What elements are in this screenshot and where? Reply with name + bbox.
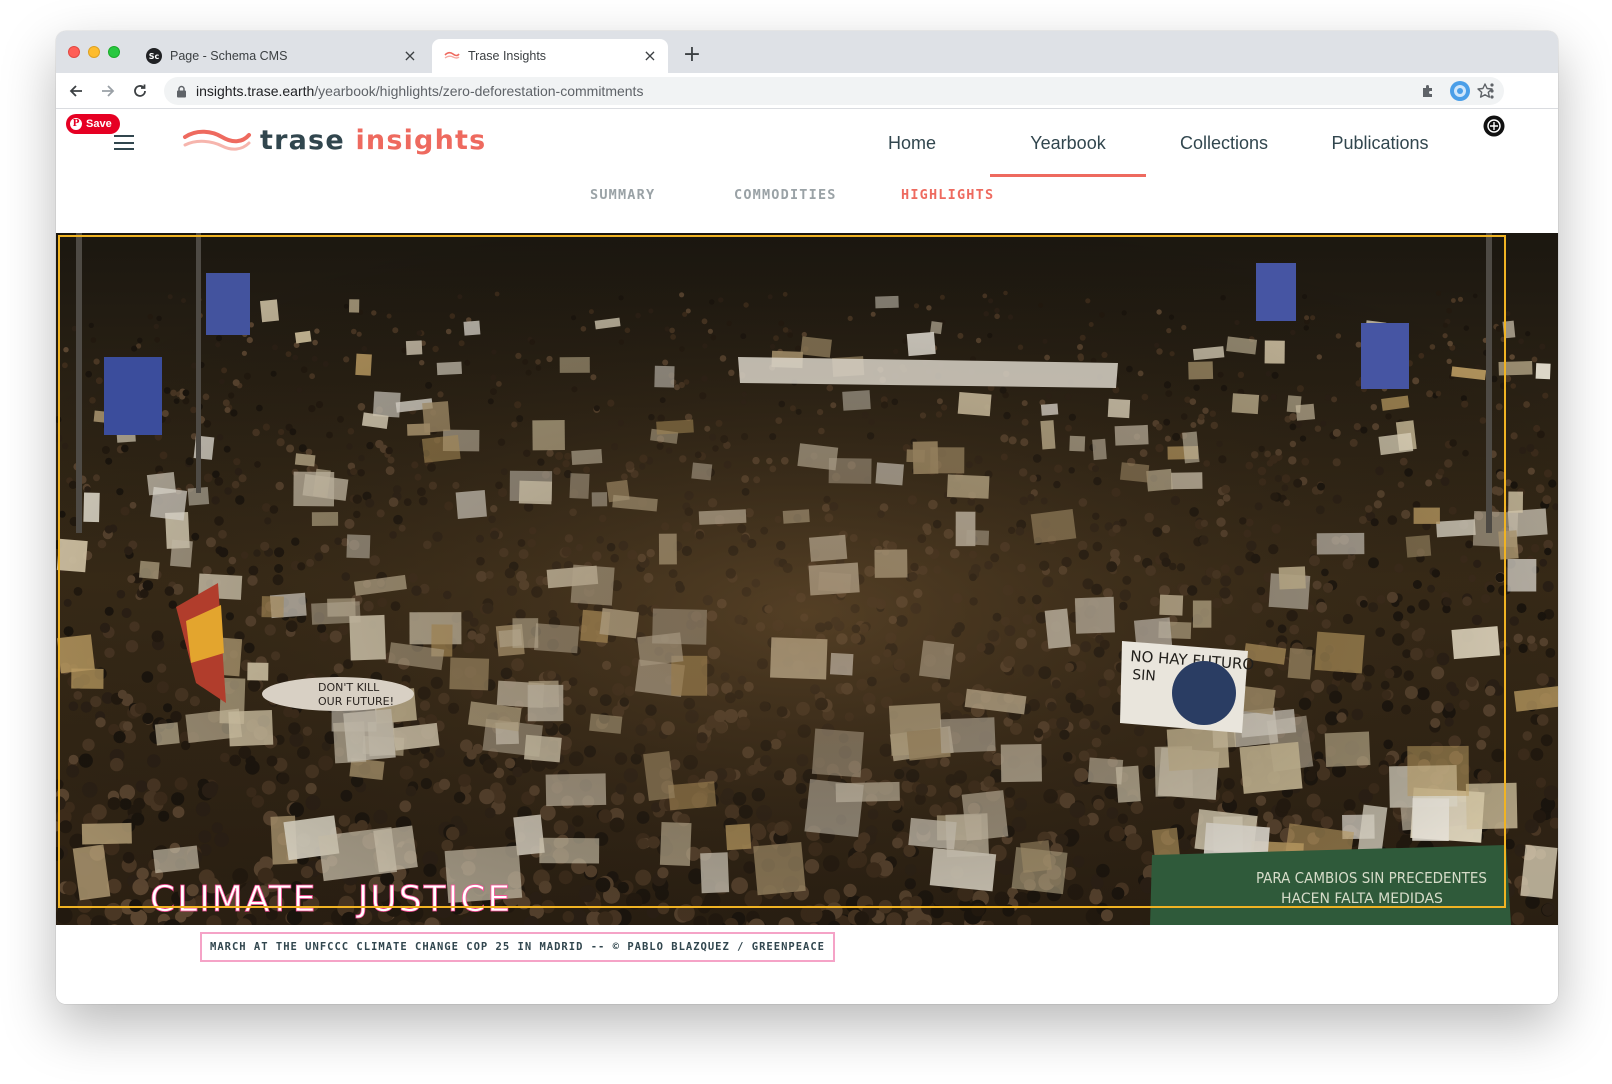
minimize-window-button[interactable] (88, 46, 100, 58)
pinterest-icon: P (70, 118, 82, 130)
street-banner (1256, 263, 1296, 321)
subnav-summary[interactable]: SUMMARY (590, 187, 655, 203)
profile-avatar[interactable] (1448, 79, 1472, 103)
forward-arrow-icon[interactable] (96, 79, 120, 103)
schema-cms-favicon-icon: Sc (146, 48, 162, 64)
page-content: P Save trase insights Home Yearbook Coll… (56, 109, 1558, 1004)
reload-icon[interactable] (128, 79, 152, 103)
nav-publications[interactable]: Publications (1302, 109, 1458, 177)
close-window-button[interactable] (68, 46, 80, 58)
street-banner (1361, 323, 1409, 389)
tab-trase-insights[interactable]: Trase Insights × (432, 39, 668, 73)
tab-strip: Sc Page - Schema CMS × Trase Insights × … (56, 31, 1558, 73)
hero-photo: PARA CAMBIOS SIN PRECEDENTES HACEN FALTA… (56, 233, 1558, 925)
trase-favicon-icon (444, 48, 460, 64)
lamp-post (196, 233, 201, 493)
climate-justice-neon-text: CLIMATE JUSTICE (150, 879, 512, 920)
tab-title: Page - Schema CMS (170, 49, 288, 63)
sign-text-2: SIN (1132, 667, 1157, 685)
trase-wave-icon (183, 129, 251, 151)
url-text: insights.trase.earth/yearbook/highlights… (196, 83, 644, 99)
trase-insights-logo[interactable]: trase insights (182, 123, 486, 157)
photo-caption: MARCH AT THE UNFCCC CLIMATE CHANGE COP 2… (200, 932, 836, 962)
subnav-commodities[interactable]: COMMODITIES (734, 187, 837, 203)
street-banner (206, 273, 250, 335)
banner-text: PARA CAMBIOS SIN PRECEDENTES (1256, 869, 1487, 887)
new-tab-icon[interactable]: + (680, 44, 704, 68)
extensions-puzzle-icon[interactable] (1416, 79, 1440, 103)
nav-yearbook[interactable]: Yearbook (990, 109, 1146, 177)
lamp-post (76, 233, 82, 533)
nav-collections[interactable]: Collections (1146, 109, 1302, 177)
browser-menu-kebab-icon[interactable] (1480, 79, 1504, 103)
zoom-window-button[interactable] (108, 46, 120, 58)
pinterest-save-button[interactable]: P Save (66, 114, 120, 134)
close-tab-icon[interactable]: × (642, 48, 658, 64)
address-bar[interactable]: insights.trase.earth/yearbook/highlights… (164, 77, 1504, 105)
banner-text-2: HACEN FALTA MEDIDAS (1281, 891, 1443, 907)
browser-window: Sc Page - Schema CMS × Trase Insights × … (56, 31, 1558, 1004)
lock-icon (176, 84, 188, 98)
subnav-highlights[interactable]: HIGHLIGHTS (901, 187, 994, 203)
climate-march-photo: PARA CAMBIOS SIN PRECEDENTES HACEN FALTA… (56, 233, 1558, 925)
tab-schema-cms[interactable]: Sc Page - Schema CMS × (134, 39, 428, 73)
pinterest-save-label: Save (86, 118, 112, 130)
close-tab-icon[interactable]: × (402, 48, 418, 64)
sign-text-3: DON'T KILL (318, 681, 380, 694)
earth-drawing (1172, 661, 1236, 725)
accessibility-icon[interactable] (1483, 115, 1505, 137)
sign-text-4: OUR FUTURE! (318, 695, 394, 708)
back-arrow-icon[interactable] (64, 79, 88, 103)
street-banner (104, 357, 162, 435)
yearbook-subnav: SUMMARY COMMODITIES HIGHLIGHTS (56, 187, 1558, 221)
hamburger-menu-icon[interactable] (114, 135, 134, 151)
tab-title: Trase Insights (468, 49, 547, 63)
logo-word-trase: trase (260, 124, 345, 156)
lamp-post (1486, 233, 1492, 533)
nav-home[interactable]: Home (834, 109, 990, 177)
browser-toolbar: insights.trase.earth/yearbook/highlights… (56, 73, 1558, 109)
logo-word-insights: insights (355, 124, 487, 156)
